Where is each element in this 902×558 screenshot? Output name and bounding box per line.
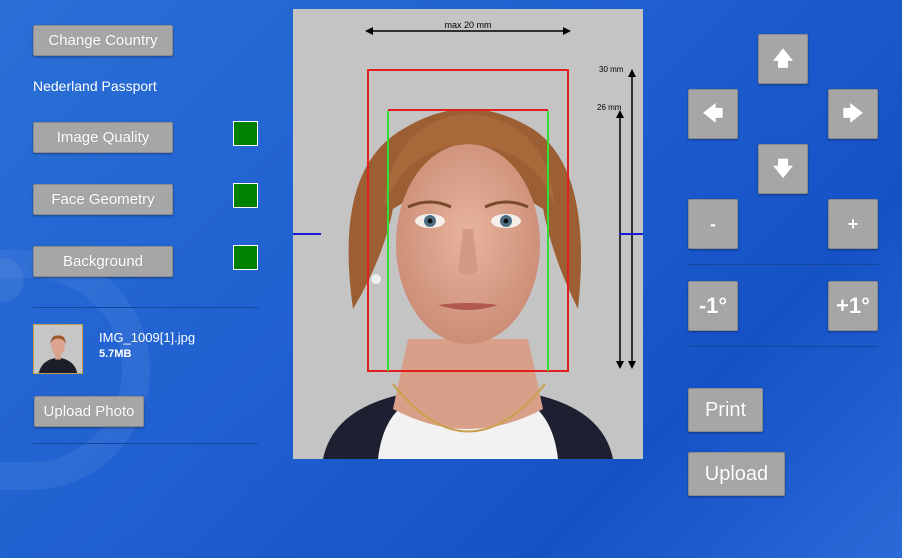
photo-thumbnail[interactable]	[33, 324, 83, 374]
document-type-label: Nederland Passport	[33, 78, 157, 94]
left-arrow-icon: 🡄	[702, 103, 724, 125]
face-geometry-button[interactable]: Face Geometry	[33, 184, 173, 215]
upload-button[interactable]: Upload	[688, 452, 785, 496]
height-outer-label: 30 mm	[599, 65, 624, 74]
image-quality-status	[233, 121, 258, 146]
file-size: 5.7MB	[99, 348, 132, 360]
down-arrow-icon: 🡇	[772, 158, 794, 180]
divider	[688, 346, 878, 347]
zoom-out-button[interactable]: -	[688, 199, 738, 249]
right-arrow-icon: 🡆	[842, 103, 864, 125]
divider	[33, 307, 258, 308]
move-up-button[interactable]: 🡅	[758, 34, 808, 84]
change-country-button[interactable]: Change Country	[33, 25, 173, 56]
background-status	[233, 245, 258, 270]
rotate-left-button[interactable]: -1°	[688, 281, 738, 331]
background-button[interactable]: Background	[33, 246, 173, 277]
move-down-button[interactable]: 🡇	[758, 144, 808, 194]
divider	[33, 443, 258, 444]
passport-photo-preview: max 20 mm 30 mm 26 mm	[293, 9, 643, 459]
zoom-in-button[interactable]: +	[828, 199, 878, 249]
file-name: IMG_1009[1].jpg	[99, 330, 196, 345]
rotate-right-button[interactable]: +1°	[828, 281, 878, 331]
print-button[interactable]: Print	[688, 388, 763, 432]
upload-photo-button[interactable]: Upload Photo	[34, 396, 144, 427]
height-inner-label: 26 mm	[597, 103, 622, 112]
divider	[688, 264, 878, 265]
portrait-image	[293, 27, 643, 459]
move-right-button[interactable]: 🡆	[828, 89, 878, 139]
up-arrow-icon: 🡅	[772, 48, 794, 70]
face-geometry-status	[233, 183, 258, 208]
image-quality-button[interactable]: Image Quality	[33, 122, 173, 153]
width-label: max 20 mm	[444, 20, 492, 30]
move-left-button[interactable]: 🡄	[688, 89, 738, 139]
